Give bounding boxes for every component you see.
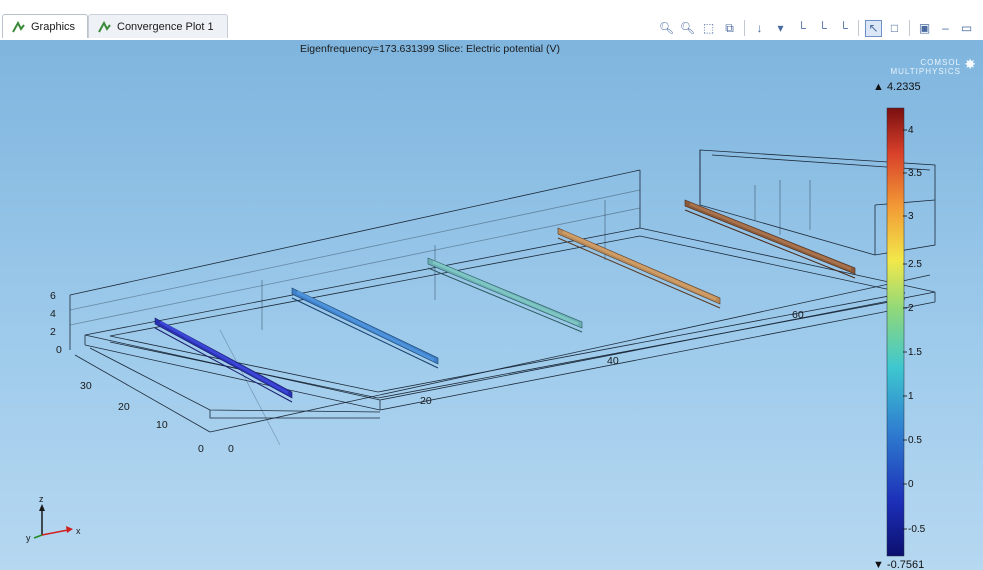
slice-electrode-1 (154, 317, 293, 403)
y-tick: 30 (80, 380, 92, 392)
z-tick: 4 (50, 308, 56, 320)
y-tick: 0 (198, 443, 204, 455)
colorbar-tick: 3 (908, 211, 914, 222)
colorbar-max-label: ▲ 4.2335 (873, 81, 921, 93)
plot-canvas: 6 4 2 0 30 20 10 0 0 20 40 60 ▲ 4.2335 ▼… (26, 81, 936, 570)
colorbar-tick: 1 (908, 391, 914, 402)
colorbar-tick: 2 (908, 303, 914, 314)
triad-y-axis (33, 534, 43, 539)
colorbar-gradient (886, 107, 905, 557)
z-tick: 2 (50, 326, 56, 338)
colorbar-tick: 4 (908, 125, 914, 136)
z-tick: 0 (56, 344, 62, 356)
triad-y-label: y (26, 533, 31, 543)
colorbar-min-label: ▼ -0.7561 (873, 559, 924, 570)
colorbar-tick: 0 (908, 479, 914, 490)
colorbar: ▲ 4.2335 ▼ -0.7561 4 3.5 3 2.5 2 1.5 1 0… (873, 81, 926, 570)
z-tick: 6 (50, 290, 56, 302)
colorbar-tick: 1.5 (908, 347, 922, 358)
y-tick: 10 (156, 419, 168, 431)
x-tick: 60 (792, 309, 804, 321)
x-tick: 40 (607, 355, 619, 367)
colorbar-tick: 0.5 (908, 435, 922, 446)
slice-electrode-2 (291, 287, 439, 369)
slice-electrode-3 (427, 257, 583, 333)
triad-z-label: z (39, 494, 44, 504)
wireframe-geometry (69, 149, 936, 446)
colorbar-tick: 3.5 (908, 168, 922, 179)
colorbar-tick: -0.5 (908, 524, 926, 535)
axis-triad: z y x (26, 494, 81, 543)
colorbar-tick: 2.5 (908, 259, 922, 270)
triad-x-label: x (76, 526, 81, 536)
x-tick: 0 (228, 443, 234, 455)
triad-x-axis (41, 529, 69, 536)
slice-electrode-5 (684, 199, 856, 279)
x-tick: 20 (420, 395, 432, 407)
y-tick: 20 (118, 401, 130, 413)
